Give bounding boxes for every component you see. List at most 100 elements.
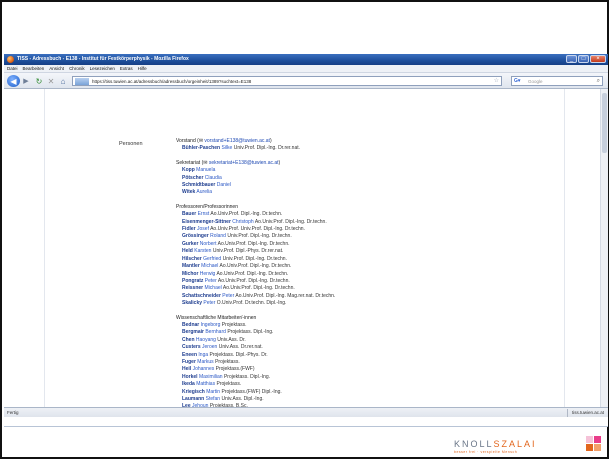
url-bar[interactable]: https://tiss.tuwien.ac.at/adressbuch/adr… <box>72 76 502 86</box>
person-last-name[interactable]: Kopp <box>182 167 195 173</box>
person-last-name[interactable]: Pongratz <box>182 278 203 284</box>
stop-icon[interactable]: ✕ <box>46 75 56 87</box>
status-bar: Fertig tiss.tuwien.ac.at <box>4 407 608 417</box>
person-first-name[interactable]: Bernhard <box>205 329 226 335</box>
site-identity-icon[interactable] <box>75 78 89 85</box>
search-input[interactable]: Google <box>528 77 543 86</box>
person-last-name[interactable]: Bergmair <box>182 329 204 335</box>
person-first-name[interactable]: Jeroen <box>202 344 217 350</box>
window-title: TISS - Adressbuch - E138 - Institut für … <box>17 56 189 62</box>
person-first-name[interactable]: Ingeborg <box>201 322 221 328</box>
person-last-name[interactable]: Custers <box>182 344 201 350</box>
person-first-name[interactable]: Ernst <box>198 211 210 217</box>
person-first-name[interactable]: Peter <box>222 293 234 299</box>
person-entry: Chen Haoyang Univ.Ass. Dr. <box>176 337 536 344</box>
person-first-name[interactable]: Daniel <box>217 182 231 188</box>
back-arrow-icon[interactable]: ◀ <box>7 75 20 87</box>
person-titles: Projektass.(FWF) <box>215 366 255 373</box>
person-last-name[interactable]: Laumann <box>182 396 204 402</box>
person-first-name[interactable]: Claudia <box>205 175 222 181</box>
search-magnifier-icon[interactable]: ⌕ <box>597 77 600 86</box>
reload-icon[interactable]: ↻ <box>34 75 44 87</box>
person-last-name[interactable]: Schattschneider <box>182 293 221 299</box>
section-heading: Vorstand (✉ vorstand+E138@tuwien.ac.at) <box>176 138 272 144</box>
menu-item[interactable]: Ansicht <box>49 65 64 72</box>
person-first-name[interactable]: Manuela <box>196 167 215 173</box>
person-first-name[interactable]: Peter <box>203 300 215 306</box>
close-button[interactable]: × <box>590 55 606 63</box>
person-first-name[interactable]: Maximilian <box>199 374 223 380</box>
email-link[interactable]: sekretariat+E138@tuwien.ac.at <box>209 160 279 166</box>
person-last-name[interactable]: Eisenmenger-Sittner <box>182 219 231 225</box>
person-last-name[interactable]: Hilscher <box>182 256 202 262</box>
person-first-name[interactable]: Herwig <box>200 271 216 277</box>
maximize-button[interactable]: □ <box>578 55 589 63</box>
person-entry: Bergmair Bernhard Projektass. Dipl.-Ing. <box>176 329 536 336</box>
person-last-name[interactable]: Kriegisch <box>182 389 205 395</box>
person-first-name[interactable]: Peter <box>205 278 217 284</box>
menu-item[interactable]: Chronik <box>69 65 85 72</box>
person-last-name[interactable]: Witek <box>182 189 195 195</box>
person-last-name[interactable]: Heil <box>182 366 191 372</box>
person-first-name[interactable]: Silke <box>221 145 232 151</box>
person-last-name[interactable]: Eneen <box>182 352 197 358</box>
person-last-name[interactable]: Fidler <box>182 226 196 232</box>
slide-frame: TISS - Adressbuch - E138 - Institut für … <box>0 0 609 459</box>
person-last-name[interactable]: Skalicky <box>182 300 202 306</box>
person-first-name[interactable]: Stefan <box>206 396 220 402</box>
bookmark-star-icon[interactable]: ☆ <box>494 77 499 86</box>
menu-item[interactable]: Bearbeiten <box>23 65 45 72</box>
person-last-name[interactable]: Gurker <box>182 241 198 247</box>
scrollbar-thumb[interactable] <box>602 93 607 153</box>
person-first-name[interactable]: Gerfried <box>203 256 221 262</box>
person-last-name[interactable]: Schmidtbauer <box>182 182 215 188</box>
person-last-name[interactable]: Chen <box>182 337 195 343</box>
google-icon[interactable]: G▾ <box>514 77 520 86</box>
directory-section: Wissenschaftliche Mitarbeiter/-innen Bedn… <box>176 315 536 407</box>
person-first-name[interactable]: Martin <box>206 389 220 395</box>
menu-item[interactable]: Datei <box>7 65 18 72</box>
directory-section: Sekretariat (✉ sekretariat+E138@tuwien.a… <box>176 160 536 197</box>
person-first-name[interactable]: Norbert <box>200 241 217 247</box>
person-first-name[interactable]: Aurelia <box>196 189 212 195</box>
person-first-name[interactable]: Markus <box>197 359 213 365</box>
window-controls: _ □ × <box>566 55 606 63</box>
person-last-name[interactable]: Held <box>182 248 193 254</box>
person-first-name[interactable]: Josef <box>197 226 209 232</box>
person-first-name[interactable]: Christoph <box>232 219 253 225</box>
person-entry: Fuger Markus Projektass. <box>176 359 536 366</box>
person-last-name[interactable]: Bühler-Paschen <box>182 145 220 151</box>
person-first-name[interactable]: Johannes <box>193 366 215 372</box>
person-last-name[interactable]: Pötscher <box>182 175 203 181</box>
person-first-name[interactable]: Roland <box>210 233 226 239</box>
home-icon[interactable]: ⌂ <box>58 75 68 87</box>
directory-section: Vorstand (✉ vorstand+E138@tuwien.ac.at) B… <box>176 138 536 153</box>
person-last-name[interactable]: Mantler <box>182 263 200 269</box>
person-last-name[interactable]: Horkel <box>182 374 198 380</box>
menu-item[interactable]: Lesezeichen <box>90 65 115 72</box>
person-first-name[interactable]: Matthias <box>196 381 215 387</box>
person-first-name[interactable]: Inga <box>198 352 208 358</box>
search-bar[interactable]: G▾ Google ⌕ <box>511 76 603 86</box>
email-link[interactable]: vorstand+E138@tuwien.ac.at <box>204 138 270 144</box>
vertical-scrollbar[interactable] <box>600 89 608 407</box>
minimize-button[interactable]: _ <box>566 55 577 63</box>
person-last-name[interactable]: Grössinger <box>182 233 209 239</box>
person-last-name[interactable]: Bauer <box>182 211 196 217</box>
person-first-name[interactable]: Michael <box>201 263 218 269</box>
person-last-name[interactable]: Ikeda <box>182 381 195 387</box>
menu-item[interactable]: Extras <box>120 65 133 72</box>
person-entry: Heil Johannes Projektass.(FWF) <box>176 366 536 373</box>
person-entry: Hilscher Gerfried Univ.Prof. Dipl.-Ing. … <box>176 256 536 263</box>
forward-arrow-icon[interactable]: ▶ <box>21 75 31 87</box>
person-first-name[interactable]: Karsten <box>194 248 211 254</box>
url-text[interactable]: https://tiss.tuwien.ac.at/adressbuch/adr… <box>92 77 251 86</box>
person-last-name[interactable]: Bednar <box>182 322 199 328</box>
person-first-name[interactable]: Haoyang <box>196 337 216 343</box>
menu-item[interactable]: Hilfe <box>138 65 147 72</box>
person-last-name[interactable]: Michor <box>182 271 198 277</box>
person-last-name[interactable]: Reissner <box>182 285 203 291</box>
person-last-name[interactable]: Fuger <box>182 359 196 365</box>
person-first-name[interactable]: Michael <box>205 285 222 291</box>
person-entry: Ikeda Matthias Projektass. <box>176 381 536 388</box>
